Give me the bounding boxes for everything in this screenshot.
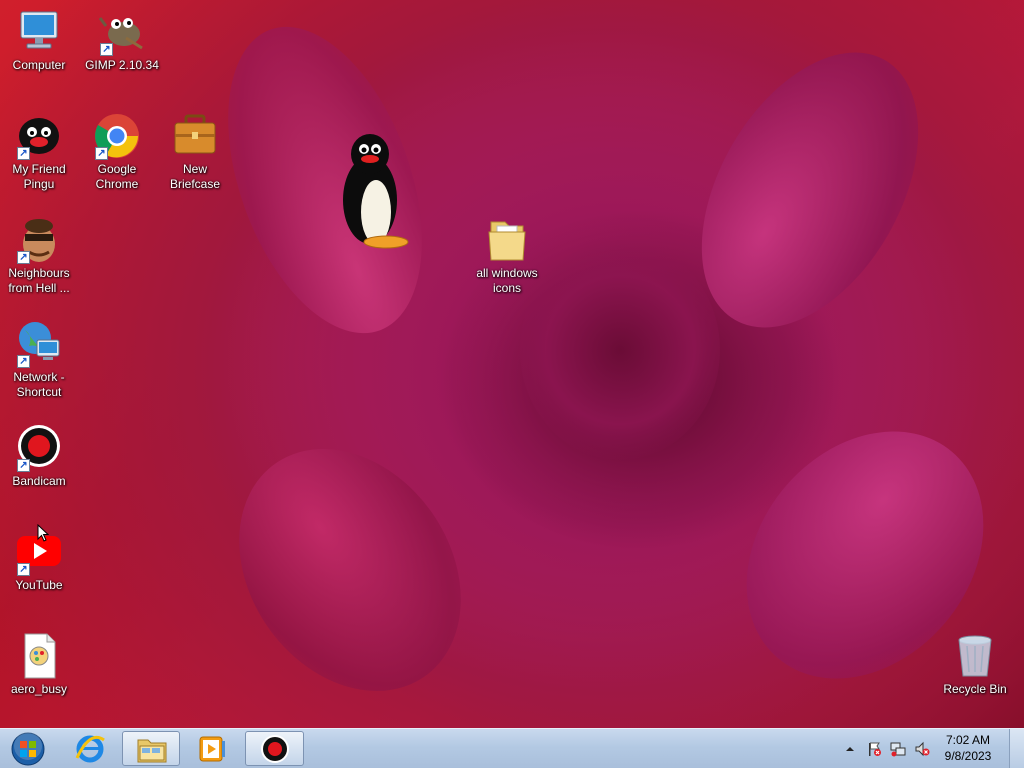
start-button[interactable]	[4, 731, 52, 766]
network-globe-icon: ↗	[15, 320, 63, 368]
desktop-icon-label: Computer	[12, 58, 66, 72]
shortcut-arrow-icon: ↗	[17, 251, 30, 264]
internet-explorer-icon	[75, 734, 105, 769]
desktop[interactable]: Computer ↗ GIMP 2.10.34 ↗ My Friend Ping…	[0, 0, 1024, 728]
desktop-icon-label: Network - Shortcut	[13, 370, 65, 399]
desktop-icon-label: aero_busy	[10, 682, 68, 696]
cursor-file-icon	[15, 632, 63, 680]
show-hidden-icons-arrow-icon[interactable]	[842, 741, 858, 757]
taskbar-bandicam[interactable]	[245, 731, 304, 766]
desktop-icon-chrome[interactable]: ↗ Google Chrome	[79, 112, 155, 192]
gimp-icon: ↗	[98, 8, 146, 56]
taskbar-media-player[interactable]	[184, 731, 240, 766]
shortcut-arrow-icon: ↗	[17, 459, 30, 472]
clock-date: 9/8/2023	[944, 749, 992, 763]
desktop-icon-label: all windows icons	[476, 266, 538, 295]
shortcut-arrow-icon: ↗	[17, 355, 30, 368]
desktop-icon-network[interactable]: ↗ Network - Shortcut	[1, 320, 77, 400]
taskbar-windows-explorer[interactable]	[122, 731, 180, 766]
computer-icon	[15, 8, 63, 56]
volume-muted-icon[interactable]	[914, 741, 930, 757]
bandicam-icon: ↗	[15, 424, 63, 472]
shortcut-arrow-icon: ↗	[100, 43, 113, 56]
desktop-icon-pingu[interactable]: ↗ My Friend Pingu	[1, 112, 77, 192]
desktop-icon-label: Google Chrome	[95, 162, 139, 191]
shortcut-arrow-icon: ↗	[17, 147, 30, 160]
show-desktop-button[interactable]	[1009, 729, 1024, 768]
desktop-icon-label: Neighbours from Hell ...	[8, 266, 70, 295]
notification-area: 7:02 AM 9/8/2023	[834, 729, 1024, 769]
system-clock[interactable]: 7:02 AM 9/8/2023	[938, 732, 998, 764]
shortcut-arrow-icon: ↗	[17, 563, 30, 576]
neighbours-game-icon: ↗	[15, 216, 63, 264]
bandicam-record-icon	[260, 734, 290, 769]
desktop-icon-label: YouTube	[15, 578, 63, 592]
pingu-icon: ↗	[15, 112, 63, 160]
folder-explorer-icon	[136, 736, 168, 769]
desktop-icon-neighbours[interactable]: ↗ Neighbours from Hell ...	[1, 216, 77, 296]
desktop-icon-bandicam[interactable]: ↗ Bandicam	[1, 424, 77, 489]
recycle-bin-icon	[951, 632, 999, 680]
desktop-icon-computer[interactable]: Computer	[1, 8, 77, 73]
action-center-flag-icon[interactable]	[866, 741, 882, 757]
media-player-icon	[197, 735, 227, 768]
folder-icon	[483, 216, 531, 264]
desktop-icon-recycle-bin[interactable]: Recycle Bin	[937, 632, 1013, 697]
desktop-icon-label: My Friend Pingu	[12, 162, 66, 191]
mouse-cursor-icon	[37, 523, 50, 542]
taskbar: 7:02 AM 9/8/2023	[0, 728, 1024, 768]
clock-time: 7:02 AM	[945, 733, 991, 747]
desktop-icon-label: Recycle Bin	[943, 682, 1007, 696]
desktop-icon-folder[interactable]: all windows icons	[469, 216, 545, 296]
desktop-icon-label: New Briefcase	[169, 162, 221, 191]
briefcase-icon	[171, 112, 219, 160]
desktop-icon-aero-busy[interactable]: aero_busy	[1, 632, 77, 697]
chrome-icon: ↗	[93, 112, 141, 160]
desktop-icon-briefcase[interactable]: New Briefcase	[157, 112, 233, 192]
network-status-icon[interactable]	[890, 741, 906, 757]
taskbar-internet-explorer[interactable]	[63, 731, 119, 766]
desktop-icon-label: GIMP 2.10.34	[85, 58, 159, 72]
desktop-icon-label: Bandicam	[12, 474, 66, 488]
windows-logo-icon	[10, 732, 46, 771]
pingu-desktop-figure	[340, 130, 412, 255]
shortcut-arrow-icon: ↗	[95, 147, 108, 160]
desktop-icon-gimp[interactable]: ↗ GIMP 2.10.34	[84, 8, 160, 73]
